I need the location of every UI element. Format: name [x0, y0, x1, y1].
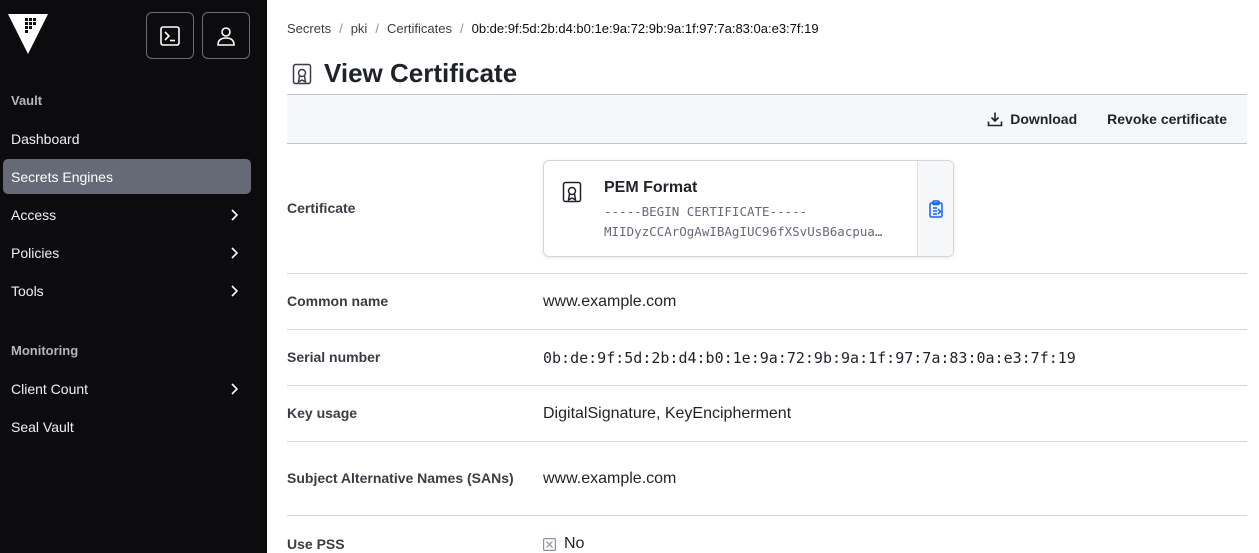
chevron-right-icon [231, 382, 239, 395]
page-title: View Certificate [324, 58, 518, 88]
chevron-right-icon [231, 208, 239, 221]
sidebar-item-seal-vault[interactable]: Seal Vault [3, 409, 251, 444]
breadcrumb-separator: / [459, 21, 464, 36]
certificate-label: Certificate [287, 200, 356, 216]
revoke-label: Revoke certificate [1107, 111, 1227, 127]
breadcrumb-secrets[interactable]: Secrets [287, 21, 331, 36]
pem-card: PEM Format -----BEGIN CERTIFICATE----- M… [543, 160, 954, 257]
certificate-icon [562, 181, 582, 203]
nav-section-monitoring: Monitoring [11, 343, 79, 358]
pem-line-preview: MIIDyzCCArOgAwIBAgIUC96fXSvUsB6acpua… [604, 224, 883, 239]
serial-number-label: Serial number [287, 349, 381, 365]
clipboard-copy-icon [928, 199, 943, 218]
pem-line-begin: -----BEGIN CERTIFICATE----- [604, 204, 808, 219]
vault-logo-icon[interactable] [8, 14, 48, 54]
download-button[interactable]: Download [987, 111, 1077, 127]
sidebar: Vault Dashboard Secrets Engines Access P… [0, 0, 267, 553]
breadcrumb: Secrets / pki / Certificates / 0b:de:9f:… [287, 21, 819, 36]
breadcrumb-separator: / [375, 21, 379, 36]
page-header: View Certificate [292, 58, 517, 89]
sans-label: Subject Alternative Names (SANs) [287, 470, 514, 486]
chevron-right-icon [231, 246, 239, 259]
breadcrumb-current: 0b:de:9f:5d:2b:d4:b0:1e:9a:72:9b:9a:1f:9… [471, 21, 819, 36]
sidebar-item-label: Seal Vault [11, 418, 74, 435]
download-icon [987, 112, 1003, 127]
sidebar-item-secrets-engines[interactable]: Secrets Engines [3, 159, 251, 194]
breadcrumb-certificates[interactable]: Certificates [387, 21, 452, 36]
breadcrumb-separator: / [339, 21, 343, 36]
detail-row-certificate: Certificate PEM Format -----BEGIN CERTIF… [287, 144, 1247, 274]
user-menu-button[interactable] [202, 12, 250, 59]
console-icon [160, 25, 180, 46]
sidebar-item-label: Secrets Engines [11, 168, 113, 185]
pem-card-body: PEM Format -----BEGIN CERTIFICATE----- M… [544, 161, 917, 256]
sidebar-item-label: Access [11, 206, 57, 223]
detail-row-key-usage: Key usage DigitalSignature, KeyEncipherm… [287, 386, 1247, 442]
common-name-label: Common name [287, 293, 389, 309]
sidebar-item-label: Dashboard [11, 130, 80, 147]
detail-row-serial-number: Serial number 0b:de:9f:5d:2b:d4:b0:1e:9a… [287, 330, 1247, 386]
main-content: Secrets / pki / Certificates / 0b:de:9f:… [267, 0, 1259, 553]
key-usage-value: DigitalSignature, KeyEncipherment [543, 404, 792, 422]
serial-number-value: 0b:de:9f:5d:2b:d4:b0:1e:9a:72:9b:9a:1f:9… [543, 348, 1076, 367]
sidebar-item-policies[interactable]: Policies [3, 235, 251, 270]
sidebar-item-access[interactable]: Access [3, 197, 251, 232]
toolbar: Download Revoke certificate [287, 94, 1247, 144]
use-pss-label: Use PSS [287, 535, 345, 552]
sidebar-item-label: Policies [11, 244, 60, 261]
use-pss-text: No [564, 535, 585, 552]
breadcrumb-pki[interactable]: pki [351, 21, 368, 36]
detail-row-common-name: Common name www.example.com [287, 274, 1247, 330]
key-usage-label: Key usage [287, 405, 358, 421]
use-pss-value: No [543, 535, 584, 553]
chevron-right-icon [231, 284, 239, 297]
user-icon [217, 26, 235, 46]
nav-section-vault: Vault [11, 93, 43, 108]
sidebar-item-label: Client Count [11, 380, 89, 397]
download-label: Download [1010, 111, 1078, 127]
certificate-icon [292, 63, 312, 84]
sidebar-item-label: Tools [11, 282, 44, 299]
pem-title: PEM Format [604, 179, 698, 196]
sidebar-item-client-count[interactable]: Client Count [3, 371, 251, 406]
revoke-certificate-button[interactable]: Revoke certificate [1107, 111, 1227, 127]
copy-button[interactable] [917, 161, 953, 256]
sidebar-item-tools[interactable]: Tools [3, 273, 251, 308]
sans-value: www.example.com [543, 469, 677, 487]
detail-row-sans: Subject Alternative Names (SANs) www.exa… [287, 442, 1247, 516]
detail-row-use-pss: Use PSS No [287, 516, 1247, 553]
console-button[interactable] [146, 12, 194, 59]
sidebar-item-dashboard[interactable]: Dashboard [3, 121, 251, 156]
common-name-value: www.example.com [543, 292, 677, 310]
app-root: Vault Dashboard Secrets Engines Access P… [0, 0, 1259, 553]
x-square-icon [543, 537, 556, 551]
